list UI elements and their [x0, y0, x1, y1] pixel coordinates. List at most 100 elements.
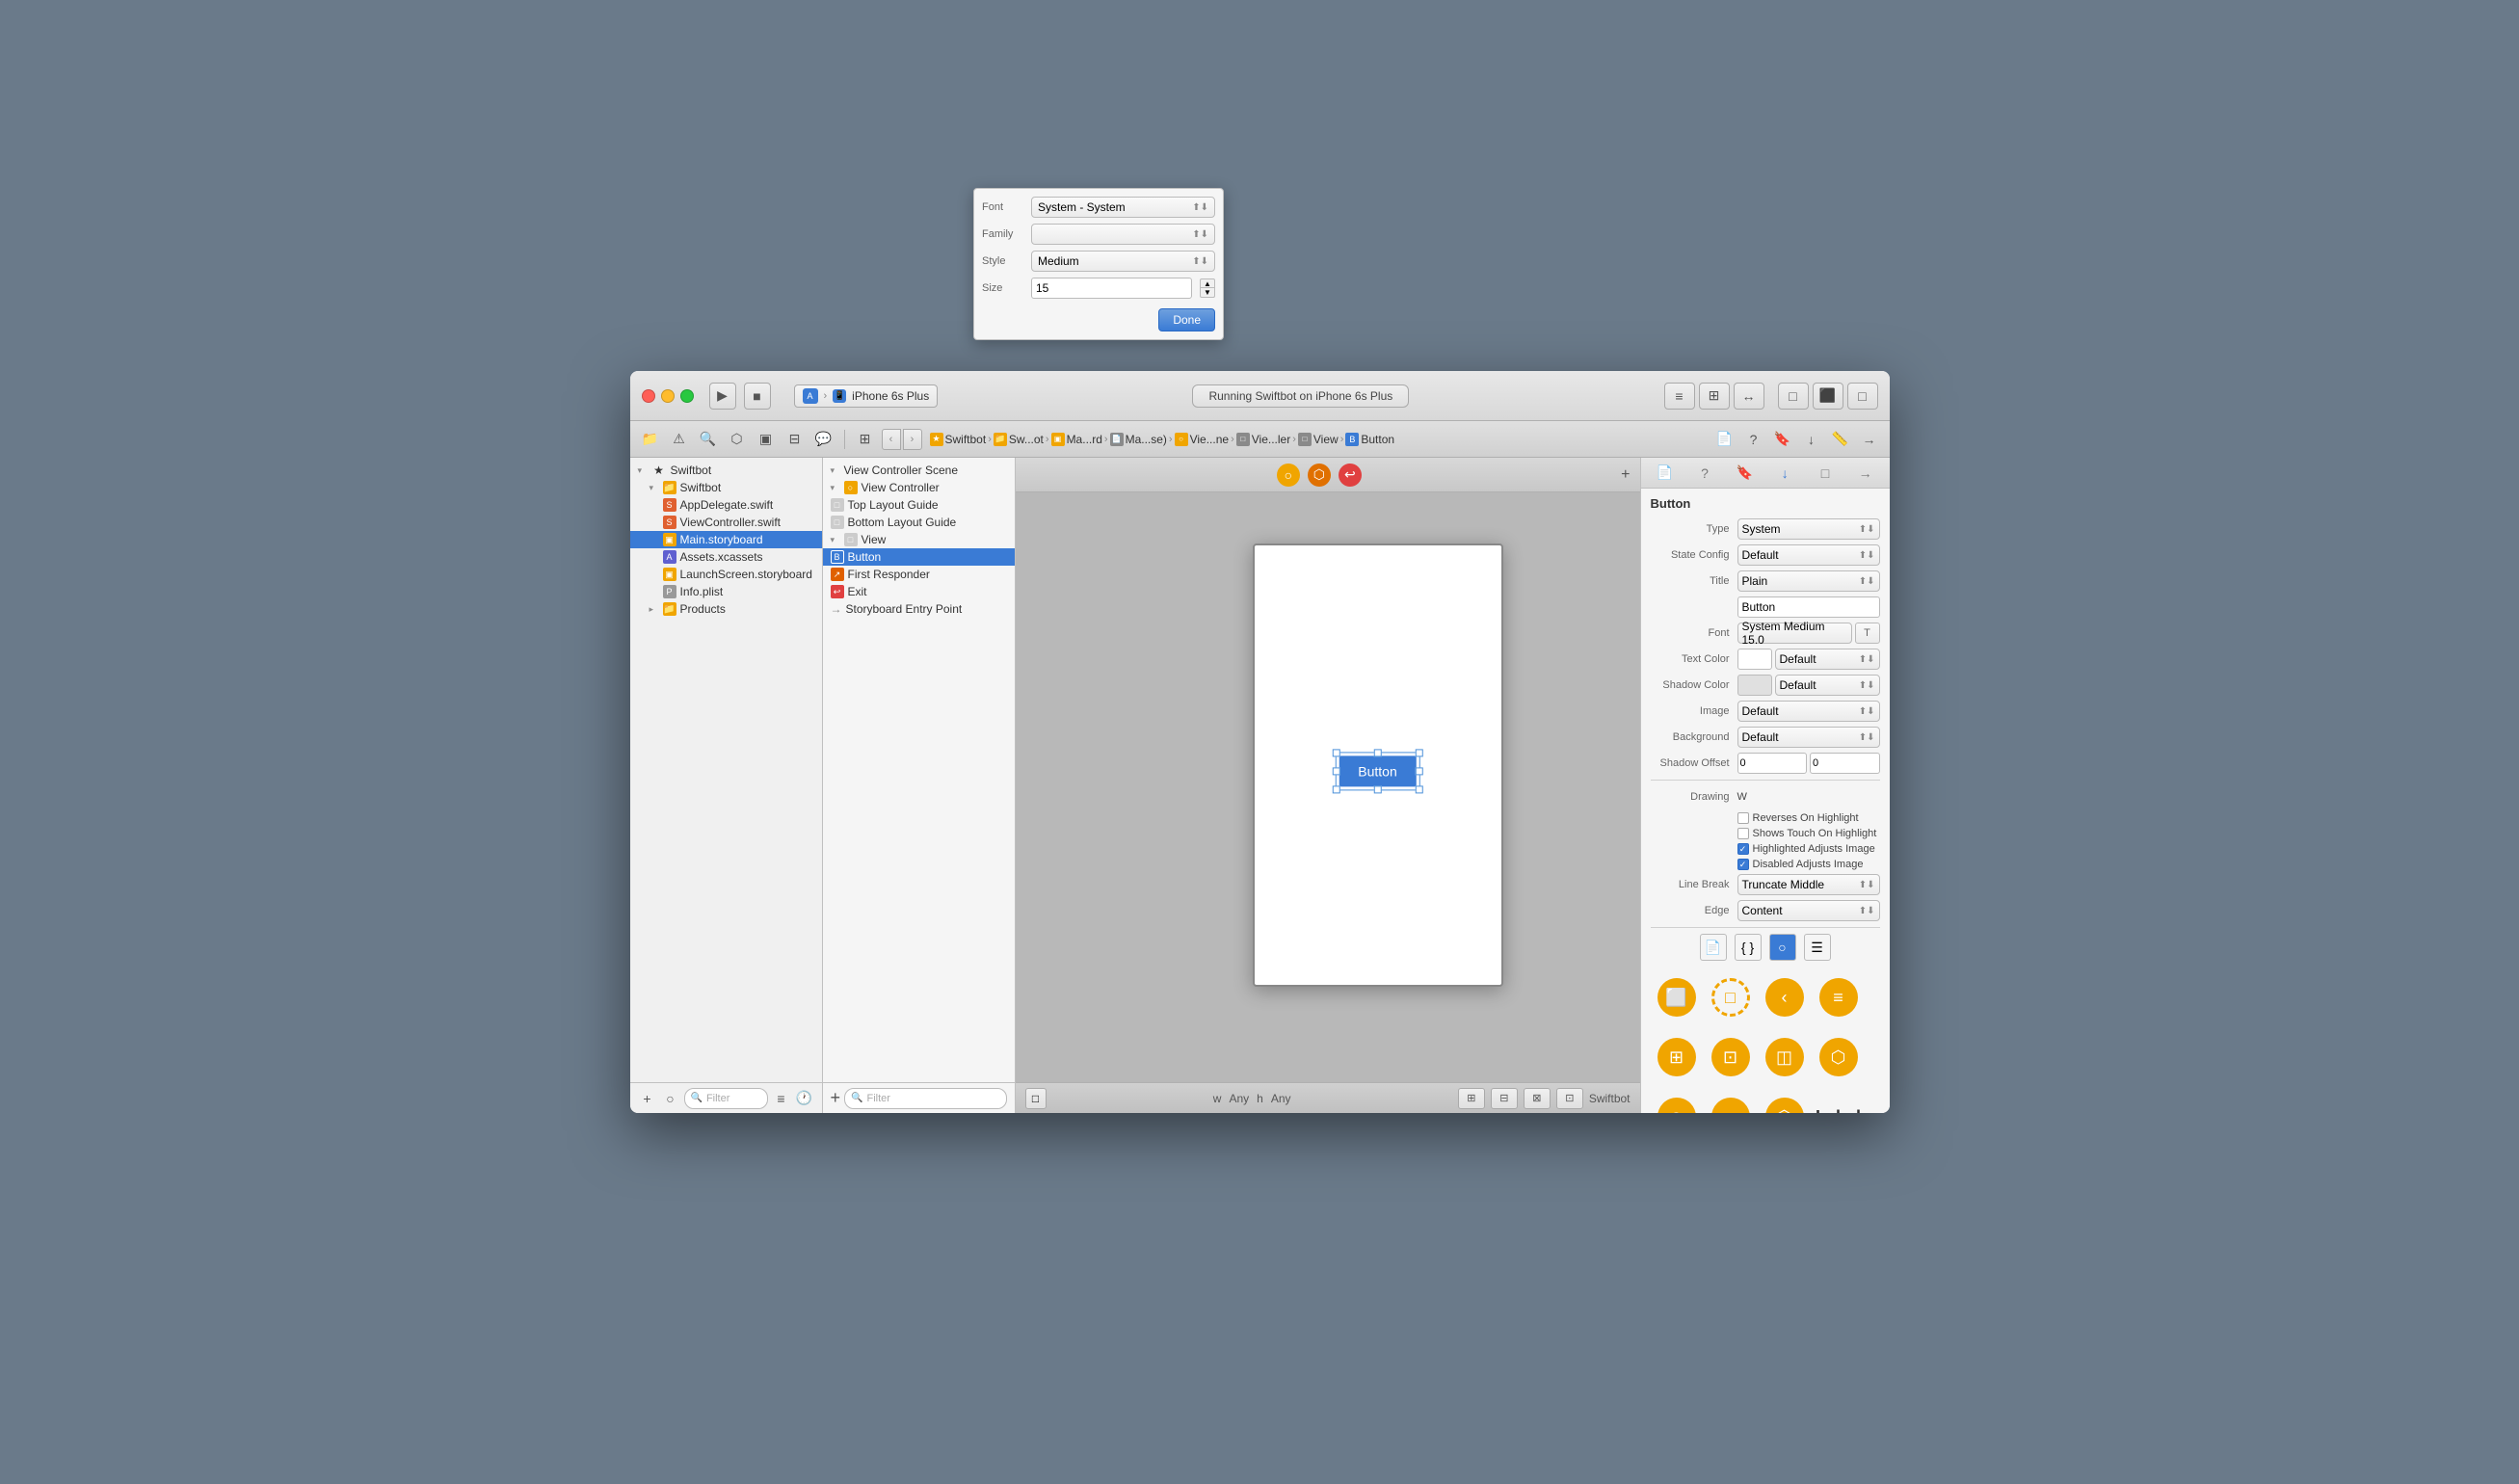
handle-bm[interactable] [1373, 785, 1381, 793]
sidebar-item-viewcontroller-swift[interactable]: S ViewController.swift [630, 514, 822, 531]
sidebar-item-swiftbot-root[interactable]: ★ Swiftbot [630, 462, 822, 479]
disclosure-products[interactable] [650, 604, 659, 615]
handle-mr[interactable] [1416, 767, 1423, 775]
line-break-select[interactable]: Truncate Middle ⬆⬇ [1737, 874, 1880, 895]
layout-icon-2[interactable]: { } [1735, 934, 1762, 961]
text-color-select[interactable]: Default ⬆⬇ [1775, 649, 1880, 670]
background-select[interactable]: Default ⬆⬇ [1737, 727, 1880, 748]
add-file-btn[interactable]: + [638, 1089, 657, 1108]
recent-files-btn[interactable]: 🕐 [795, 1089, 814, 1108]
file-inspector-btn[interactable]: 📄 [1712, 427, 1737, 452]
canvas-size-btn[interactable]: □ [1025, 1088, 1047, 1109]
lib-small-item-8[interactable]: ⬡ [1813, 1028, 1865, 1086]
tab-identity[interactable]: 🔖 [1732, 461, 1759, 486]
shows-touch-checkbox[interactable] [1737, 828, 1749, 839]
forward-arrow[interactable]: › [903, 429, 922, 450]
warning-btn[interactable]: ⚠ [667, 427, 692, 452]
iphone-frame[interactable]: Button [1253, 543, 1503, 987]
canvas-content[interactable]: Button [1016, 492, 1640, 1082]
tab-attributes[interactable]: ↓ [1771, 461, 1798, 486]
scene-item-view[interactable]: □ View [823, 531, 1015, 548]
scene-item-top-layout[interactable]: □ Top Layout Guide [823, 496, 1015, 514]
breadcrumb-scene[interactable]: 📄 Ma...se) [1110, 433, 1167, 446]
tab-quickhelp[interactable]: ? [1691, 461, 1718, 486]
hierarchy-btn[interactable]: ⊟ [782, 427, 808, 452]
handle-ml[interactable] [1332, 767, 1339, 775]
disclosure-folder[interactable] [650, 483, 659, 493]
title-select[interactable]: Plain ⬆⬇ [1737, 570, 1880, 592]
hide-btn[interactable]: ○ [661, 1089, 680, 1108]
editor-standard-btn[interactable]: ≡ [1664, 383, 1695, 410]
lib-small-item-2[interactable]: □ [1705, 968, 1757, 1026]
sidebar-item-products[interactable]: 📁 Products [630, 600, 822, 618]
tab-size[interactable]: □ [1812, 461, 1839, 486]
lib-small-item-9[interactable]: ☺ [1651, 1088, 1703, 1113]
scene-item-entry-point[interactable]: → Storyboard Entry Point [823, 600, 1015, 618]
disc-view[interactable] [831, 535, 840, 545]
type-select[interactable]: System ⬆⬇ [1737, 518, 1880, 540]
search-btn[interactable]: 🔍 [696, 427, 721, 452]
scene-item-exit[interactable]: ↩ Exit [823, 583, 1015, 600]
back-arrow[interactable]: ‹ [882, 429, 901, 450]
scene-filter[interactable]: 🔍 Filter [844, 1088, 1006, 1109]
shadow-color-select[interactable]: Default ⬆⬇ [1775, 675, 1880, 696]
add-btn[interactable]: ⊞ [853, 427, 878, 452]
layout-btn-3[interactable]: ⊠ [1524, 1088, 1551, 1109]
stop-button[interactable]: ■ [744, 383, 771, 410]
scene-item-vc-scene[interactable]: View Controller Scene [823, 462, 1015, 479]
edge-select[interactable]: Content ⬆⬇ [1737, 900, 1880, 921]
sidebar-item-assets[interactable]: A Assets.xcassets [630, 548, 822, 566]
editor-assistant-btn[interactable]: ⊞ [1699, 383, 1730, 410]
disc-vc[interactable] [831, 483, 840, 493]
sidebar-item-launchscreen[interactable]: ▣ LaunchScreen.storyboard [630, 566, 822, 583]
size-inspector-btn[interactable]: 📏 [1828, 427, 1853, 452]
disclosure-swiftbot[interactable] [638, 465, 648, 476]
scene-item-button[interactable]: B Button [823, 548, 1015, 566]
handle-tm[interactable] [1373, 749, 1381, 756]
shadow-color-swatch[interactable] [1737, 675, 1772, 696]
close-button[interactable] [642, 389, 655, 403]
utilities-toggle-btn[interactable]: □ [1847, 383, 1878, 410]
canvas-icon-cube[interactable]: ⬡ [1308, 464, 1331, 487]
debug-btn[interactable]: ▣ [754, 427, 779, 452]
highlighted-adjusts-checkbox[interactable] [1737, 843, 1749, 855]
attributes-btn[interactable]: ↓ [1799, 427, 1824, 452]
state-config-select[interactable]: Default ⬆⬇ [1737, 544, 1880, 566]
font-edit-btn[interactable]: T [1855, 623, 1880, 644]
handle-br[interactable] [1416, 785, 1423, 793]
layout-icon-1[interactable]: 📄 [1700, 934, 1727, 961]
hierarchy-btn[interactable]: ≡ [772, 1089, 791, 1108]
debug-toggle-btn[interactable]: ⬛ [1813, 383, 1843, 410]
lib-small-item-7[interactable]: ◫ [1759, 1028, 1811, 1086]
breadcrumb-view[interactable]: □ Vie...ler [1236, 433, 1290, 446]
lib-small-item-4[interactable]: ≡ [1813, 968, 1865, 1026]
handle-tr[interactable] [1416, 749, 1423, 756]
breakpoint-btn[interactable]: ⬡ [725, 427, 750, 452]
layout-btn-1[interactable]: ⊞ [1458, 1088, 1485, 1109]
lib-small-item-10[interactable]: ⏭ [1705, 1088, 1757, 1113]
shadow-offset-h[interactable] [1810, 753, 1880, 774]
layout-btn-2[interactable]: ⊟ [1491, 1088, 1518, 1109]
scene-add-btn[interactable]: + [831, 1088, 841, 1108]
breadcrumb-vc[interactable]: ○ Vie...ne [1175, 433, 1229, 446]
editor-version-btn[interactable]: ↔ [1734, 383, 1764, 410]
navigator-btn[interactable]: 📁 [638, 427, 663, 452]
breadcrumb-storyboard[interactable]: ▣ Ma...rd [1051, 433, 1102, 446]
lib-small-item-6[interactable]: ⊡ [1705, 1028, 1757, 1086]
handle-bl[interactable] [1332, 785, 1339, 793]
layout-btn-4[interactable]: ⊡ [1556, 1088, 1583, 1109]
text-color-swatch[interactable] [1737, 649, 1772, 670]
breadcrumb-button[interactable]: B Button [1345, 433, 1394, 446]
identity-btn[interactable]: 🔖 [1770, 427, 1795, 452]
canvas-icon-vc[interactable]: ○ [1277, 464, 1300, 487]
message-btn[interactable]: 💬 [811, 427, 836, 452]
sidebar-item-main-storyboard[interactable]: ▣ Main.storyboard [630, 531, 822, 548]
handle-tl[interactable] [1332, 749, 1339, 756]
sidebar-item-appdelegate[interactable]: S AppDelegate.swift [630, 496, 822, 514]
scene-item-vc[interactable]: ○ View Controller [823, 479, 1015, 496]
breadcrumb-view2[interactable]: □ View [1298, 433, 1339, 446]
lib-small-item-1[interactable]: ⬜ [1651, 968, 1703, 1026]
disabled-adjusts-checkbox[interactable] [1737, 859, 1749, 870]
sidebar-item-infoplist[interactable]: P Info.plist [630, 583, 822, 600]
maximize-button[interactable] [680, 389, 694, 403]
